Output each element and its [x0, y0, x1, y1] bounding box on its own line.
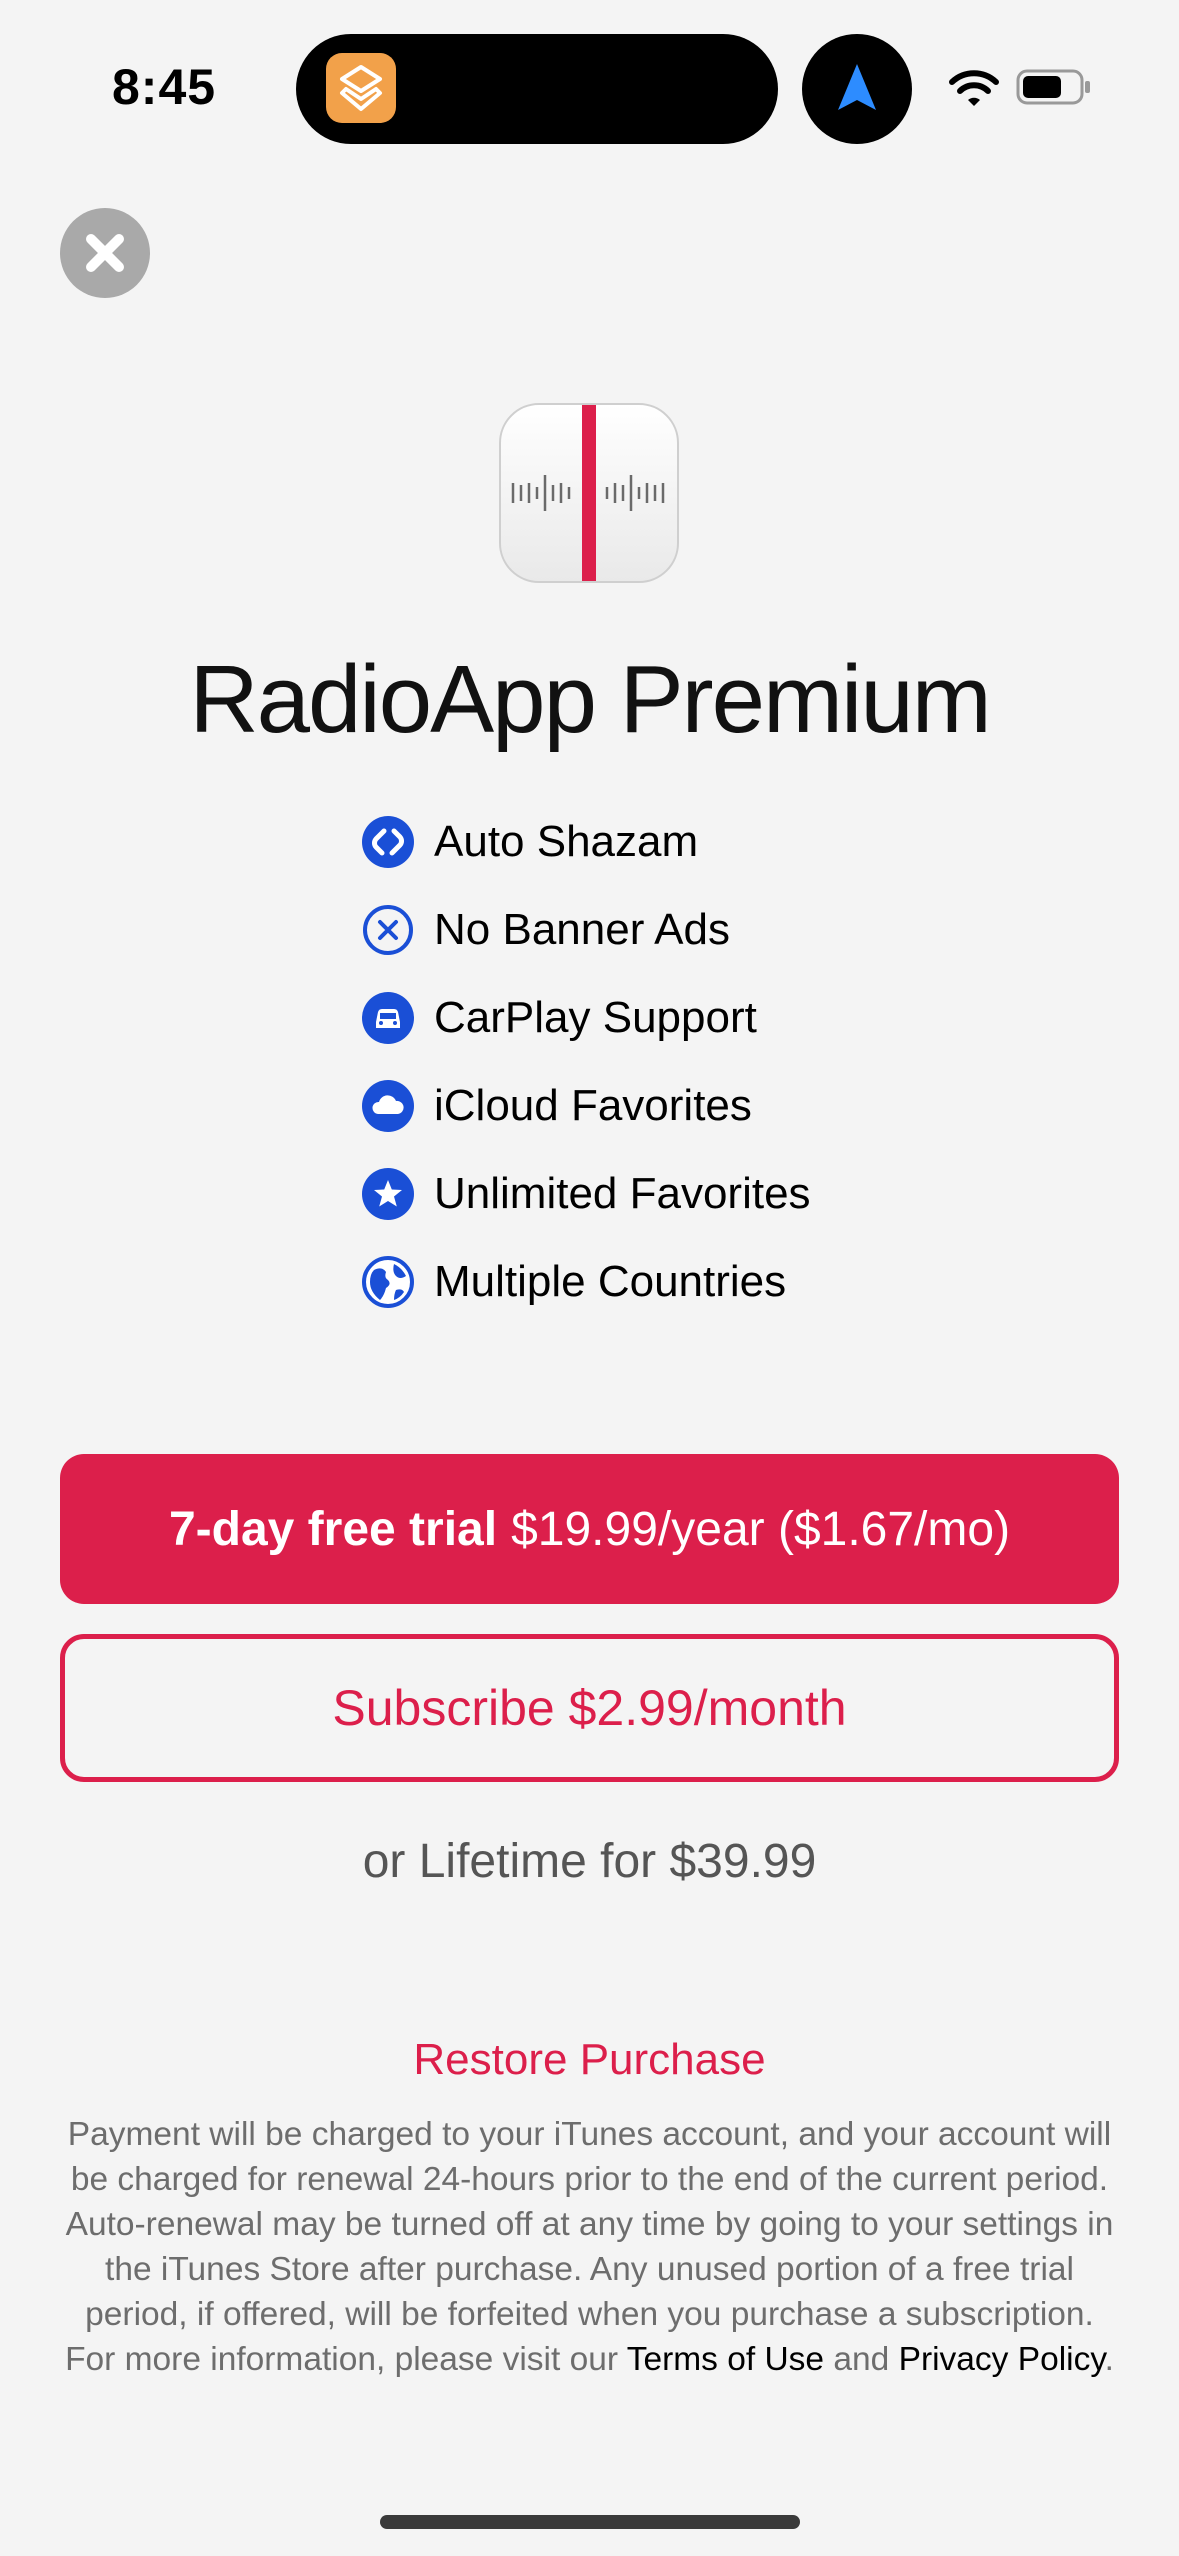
free-trial-button[interactable]: 7-day free trial $19.99/year ($1.67/mo): [60, 1454, 1119, 1604]
privacy-policy-link[interactable]: Privacy Policy: [899, 2341, 1105, 2378]
radio-tuner-icon: [499, 403, 679, 583]
legal-period: .: [1104, 2341, 1114, 2378]
feature-label: CarPlay Support: [434, 993, 757, 1042]
feature-no-banner-ads: No Banner Ads: [362, 900, 730, 960]
legal-text: Payment will be charged to your iTunes a…: [60, 2112, 1119, 2382]
feature-label: No Banner Ads: [434, 905, 730, 954]
lifetime-purchase-link[interactable]: or Lifetime for $39.99: [0, 1834, 1179, 1889]
battery-icon: [1016, 68, 1092, 106]
subscribe-monthly-button[interactable]: Subscribe $2.99/month: [60, 1634, 1119, 1782]
trial-label: 7-day free trial: [168, 1502, 498, 1556]
feature-icloud-favorites: iCloud Favorites: [362, 1076, 752, 1136]
feature-label: iCloud Favorites: [434, 1081, 752, 1130]
feature-multiple-countries: Multiple Countries: [362, 1252, 786, 1312]
terms-of-use-link[interactable]: Terms of Use: [627, 2341, 824, 2378]
feature-carplay-support: CarPlay Support: [362, 988, 757, 1048]
car-icon: [362, 992, 414, 1044]
close-icon: [86, 234, 124, 272]
navigation-arrow-icon[interactable]: [802, 34, 912, 144]
feature-label: Multiple Countries: [434, 1257, 787, 1306]
status-time: 8:45: [112, 59, 217, 115]
feature-label: Auto Shazam: [434, 817, 699, 866]
shazam-icon: [362, 816, 414, 868]
legal-body: Payment will be charged to your iTunes a…: [65, 2116, 1114, 2378]
trial-price: $19.99/year ($1.67/mo): [511, 1502, 1011, 1556]
no-ads-icon: [363, 905, 413, 955]
restore-purchase-link[interactable]: Restore Purchase: [0, 2035, 1179, 2085]
page-title: RadioApp Premium: [189, 646, 991, 753]
wifi-icon: [948, 66, 1000, 110]
star-icon: [362, 1168, 414, 1220]
feature-unlimited-favorites: Unlimited Favorites: [362, 1164, 811, 1224]
globe-icon: [362, 1256, 414, 1308]
legal-and: and: [833, 2341, 890, 2378]
home-indicator[interactable]: [380, 2515, 800, 2529]
shortcuts-icon[interactable]: [326, 53, 396, 123]
feature-label: Unlimited Favorites: [434, 1169, 811, 1218]
close-button[interactable]: [60, 208, 150, 298]
feature-auto-shazam: Auto Shazam: [362, 812, 698, 872]
cloud-icon: [362, 1080, 414, 1132]
